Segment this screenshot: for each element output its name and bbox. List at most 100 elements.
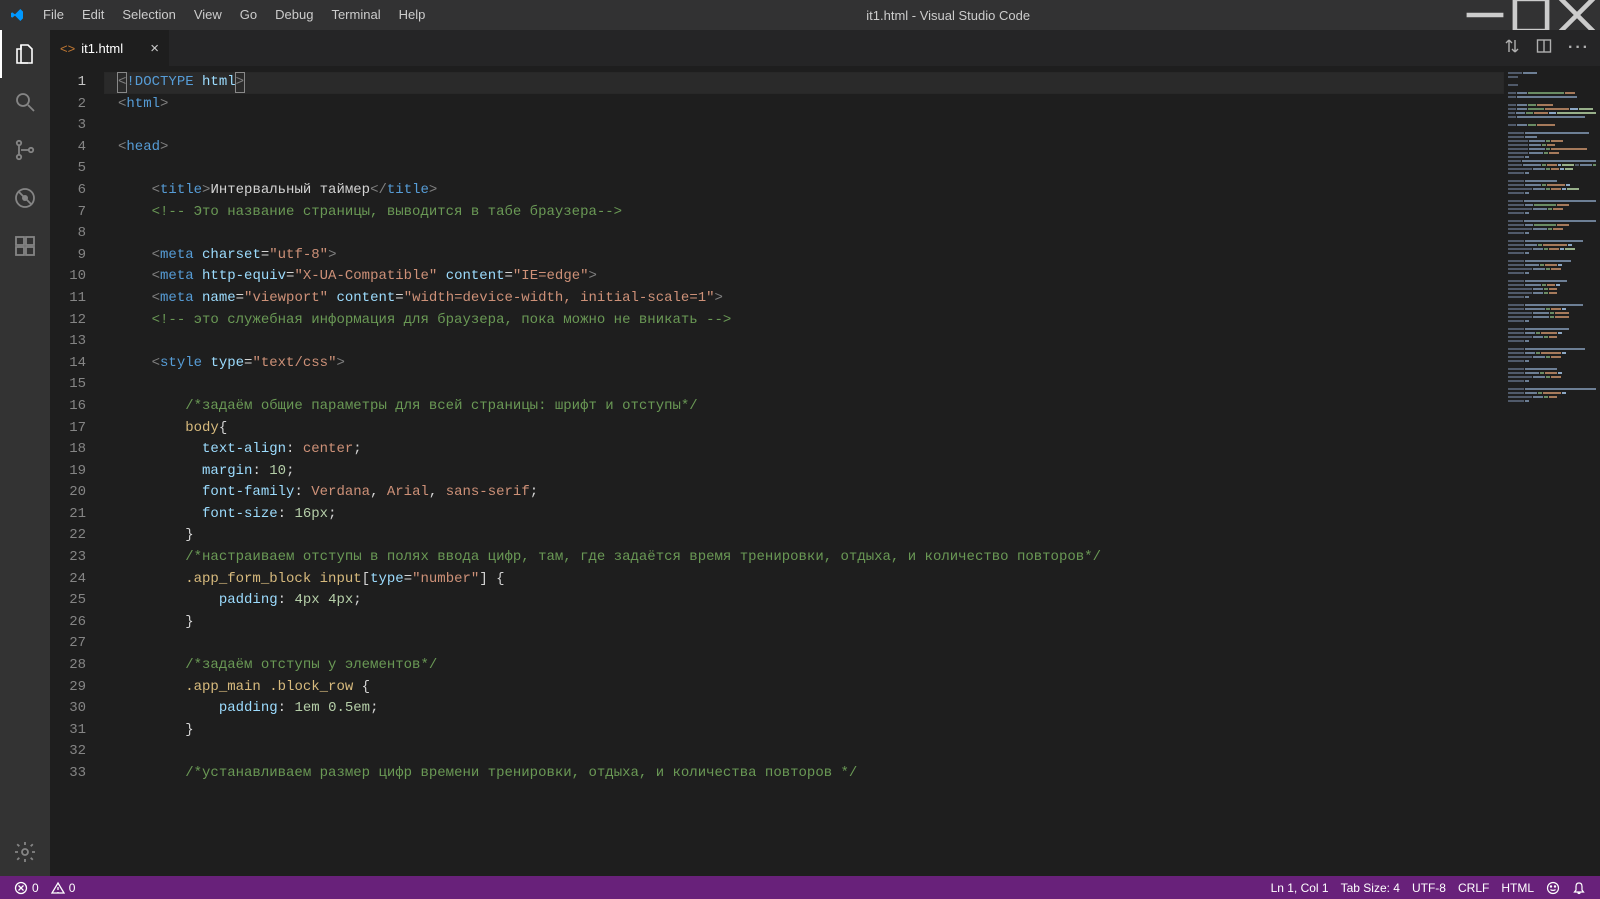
menu-edit[interactable]: Edit — [73, 0, 113, 30]
search-icon[interactable] — [0, 78, 50, 126]
tab-label: it1.html — [81, 41, 123, 56]
status-cursor[interactable]: Ln 1, Col 1 — [1265, 881, 1335, 895]
code-line[interactable]: /*устанавливаем размер цифр времени трен… — [104, 763, 1504, 785]
editor-body[interactable]: 1234567891011121314151617181920212223242… — [50, 66, 1600, 876]
line-number: 8 — [50, 223, 104, 245]
line-number: 24 — [50, 569, 104, 591]
status-encoding[interactable]: UTF-8 — [1406, 881, 1452, 895]
code-line[interactable]: } — [104, 525, 1504, 547]
window-title: it1.html - Visual Studio Code — [434, 8, 1462, 23]
code-line[interactable]: padding: 1em 0.5em; — [104, 698, 1504, 720]
code-line[interactable]: text-align: center; — [104, 439, 1504, 461]
code-line[interactable]: font-size: 16px; — [104, 504, 1504, 526]
code-line[interactable] — [104, 633, 1504, 655]
line-number: 1 — [50, 72, 104, 94]
editor-actions: ··· — [1494, 30, 1600, 66]
code-line[interactable]: } — [104, 720, 1504, 742]
code-line[interactable]: body{ — [104, 418, 1504, 440]
tab-close-icon[interactable]: × — [142, 40, 159, 57]
line-number: 28 — [50, 655, 104, 677]
status-eol[interactable]: CRLF — [1452, 881, 1495, 895]
code-line[interactable]: <head> — [104, 137, 1504, 159]
status-notifications-icon[interactable] — [1566, 881, 1592, 895]
code-line[interactable]: <meta http-equiv="X-UA-Compatible" conte… — [104, 266, 1504, 288]
debug-icon[interactable] — [0, 174, 50, 222]
menu-debug[interactable]: Debug — [266, 0, 322, 30]
line-number: 17 — [50, 418, 104, 440]
code-line[interactable]: font-family: Verdana, Arial, sans-serif; — [104, 482, 1504, 504]
line-number: 22 — [50, 525, 104, 547]
more-actions-icon[interactable]: ··· — [1568, 39, 1590, 57]
line-number: 13 — [50, 331, 104, 353]
line-number: 20 — [50, 482, 104, 504]
window-controls — [1462, 0, 1600, 30]
compare-changes-icon[interactable] — [1504, 38, 1520, 59]
tab-it1-html[interactable]: <> it1.html × — [50, 30, 170, 66]
line-number: 2 — [50, 94, 104, 116]
line-number: 4 — [50, 137, 104, 159]
code-content[interactable]: <!DOCTYPE html><html> <head> <title>Интер… — [104, 66, 1504, 876]
code-line[interactable]: <!DOCTYPE html> — [104, 72, 1504, 94]
code-line[interactable]: <!-- это служебная информация для браузе… — [104, 310, 1504, 332]
code-line[interactable] — [104, 741, 1504, 763]
line-number: 11 — [50, 288, 104, 310]
code-line[interactable]: /*настраиваем отступы в полях ввода цифр… — [104, 547, 1504, 569]
menu-go[interactable]: Go — [231, 0, 266, 30]
line-number: 7 — [50, 202, 104, 224]
editor-area: <> it1.html × ··· 1234567891011121314151… — [50, 30, 1600, 876]
menu-bar: File Edit Selection View Go Debug Termin… — [34, 0, 434, 30]
code-line[interactable]: <html> — [104, 94, 1504, 116]
status-warnings[interactable]: 0 — [45, 881, 82, 895]
split-editor-icon[interactable] — [1536, 38, 1552, 59]
code-line[interactable] — [104, 158, 1504, 180]
code-line[interactable] — [104, 223, 1504, 245]
menu-file[interactable]: File — [34, 0, 73, 30]
code-line[interactable]: padding: 4px 4px; — [104, 590, 1504, 612]
extensions-icon[interactable] — [0, 222, 50, 270]
menu-selection[interactable]: Selection — [113, 0, 184, 30]
code-line[interactable] — [104, 331, 1504, 353]
menu-view[interactable]: View — [185, 0, 231, 30]
code-line[interactable] — [104, 115, 1504, 137]
status-feedback-icon[interactable] — [1540, 881, 1566, 895]
line-number: 14 — [50, 353, 104, 375]
source-control-icon[interactable] — [0, 126, 50, 174]
status-language[interactable]: HTML — [1495, 881, 1540, 895]
line-number: 23 — [50, 547, 104, 569]
code-line[interactable]: /*задаём отступы у элементов*/ — [104, 655, 1504, 677]
code-line[interactable]: <meta charset="utf-8"> — [104, 245, 1504, 267]
line-number-gutter: 1234567891011121314151617181920212223242… — [50, 66, 104, 876]
close-button[interactable] — [1554, 0, 1600, 30]
code-line[interactable]: .app_form_block input[type="number"] { — [104, 569, 1504, 591]
code-line[interactable]: /*задаём общие параметры для всей страни… — [104, 396, 1504, 418]
status-errors[interactable]: 0 — [8, 881, 45, 895]
code-line[interactable]: <meta name="viewport" content="width=dev… — [104, 288, 1504, 310]
line-number: 26 — [50, 612, 104, 634]
code-line[interactable]: <!-- Это название страницы, выводится в … — [104, 202, 1504, 224]
menu-terminal[interactable]: Terminal — [322, 0, 389, 30]
code-line[interactable]: .app_main .block_row { — [104, 677, 1504, 699]
line-number: 21 — [50, 504, 104, 526]
minimize-button[interactable] — [1462, 0, 1508, 30]
line-number: 9 — [50, 245, 104, 267]
status-bar: 0 0 Ln 1, Col 1 Tab Size: 4 UTF-8 CRLF H… — [0, 876, 1600, 899]
line-number: 6 — [50, 180, 104, 202]
code-line[interactable] — [104, 374, 1504, 396]
code-line[interactable]: <title>Интервальный таймер</title> — [104, 180, 1504, 202]
line-number: 27 — [50, 633, 104, 655]
code-line[interactable]: } — [104, 612, 1504, 634]
line-number: 32 — [50, 741, 104, 763]
status-tabsize[interactable]: Tab Size: 4 — [1335, 881, 1406, 895]
minimap[interactable] — [1504, 66, 1600, 876]
settings-gear-icon[interactable] — [0, 828, 50, 876]
maximize-button[interactable] — [1508, 0, 1554, 30]
line-number: 30 — [50, 698, 104, 720]
code-line[interactable]: margin: 10; — [104, 461, 1504, 483]
line-number: 25 — [50, 590, 104, 612]
line-number: 10 — [50, 266, 104, 288]
explorer-icon[interactable] — [0, 30, 50, 78]
line-number: 3 — [50, 115, 104, 137]
code-line[interactable]: <style type="text/css"> — [104, 353, 1504, 375]
line-number: 16 — [50, 396, 104, 418]
menu-help[interactable]: Help — [390, 0, 435, 30]
